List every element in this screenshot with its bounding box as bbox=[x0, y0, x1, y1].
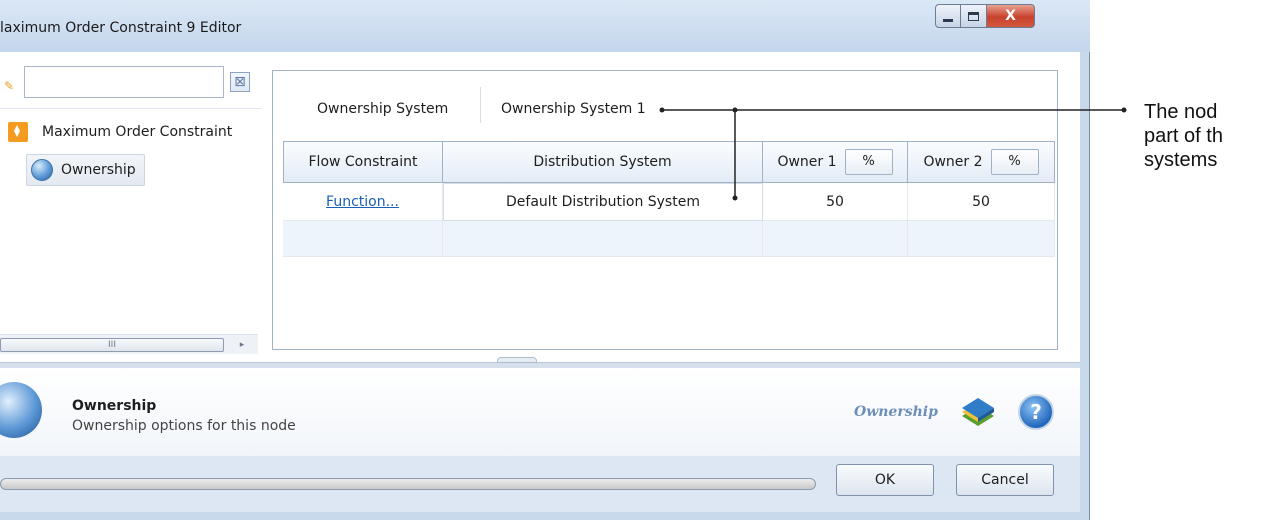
owner-1-label: Owner 1 bbox=[777, 154, 837, 170]
label-divider bbox=[480, 87, 481, 123]
tree-item-maximum-order-constraint[interactable]: Maximum Order Constraint bbox=[8, 122, 232, 142]
tree-item-label: Ownership bbox=[61, 162, 136, 178]
ownership-system-label: Ownership System bbox=[317, 101, 449, 117]
order-constraint-icon bbox=[8, 122, 28, 142]
column-header-flow-constraint[interactable]: Flow Constraint bbox=[283, 141, 443, 183]
help-icon[interactable]: ? bbox=[1018, 394, 1054, 430]
info-caption: Ownership bbox=[854, 404, 938, 420]
book-icon[interactable] bbox=[958, 394, 998, 434]
function-link[interactable]: Function... bbox=[326, 194, 399, 210]
flow-constraint-cell[interactable]: Function... bbox=[283, 183, 443, 221]
owner-2-label: Owner 2 bbox=[923, 154, 983, 170]
globe-icon bbox=[0, 382, 42, 438]
column-header-owner-2[interactable]: Owner 2 % bbox=[908, 141, 1055, 183]
owner-2-percent-button[interactable]: % bbox=[990, 149, 1039, 175]
dialog-client-area: ✎ ⊠ Maximum Order Constraint Ownership I… bbox=[0, 52, 1080, 512]
close-button[interactable]: X bbox=[987, 4, 1035, 28]
new-row-cell[interactable] bbox=[283, 221, 443, 257]
distribution-system-cell[interactable]: Default Distribution System bbox=[443, 183, 763, 221]
new-row-cell[interactable] bbox=[908, 221, 1055, 257]
minimize-icon bbox=[943, 18, 953, 22]
owner-1-cell[interactable]: 50 bbox=[763, 183, 908, 221]
ownership-grid: Flow Constraint Distribution System Owne… bbox=[283, 141, 1055, 265]
callout-line: part of th bbox=[1144, 125, 1223, 147]
new-row-cell[interactable] bbox=[443, 221, 763, 257]
horizontal-scrollbar[interactable]: III ▸ bbox=[0, 334, 258, 354]
progress-bar bbox=[0, 478, 816, 490]
button-bar: OK Cancel bbox=[0, 456, 1080, 512]
info-title: Ownership bbox=[72, 398, 157, 414]
maximize-icon bbox=[968, 11, 979, 21]
column-header-owner-1[interactable]: Owner 1 % bbox=[763, 141, 908, 183]
maximize-button[interactable] bbox=[961, 4, 987, 28]
navigation-pane: ✎ ⊠ Maximum Order Constraint Ownership I… bbox=[0, 52, 262, 362]
callout-line: The nod bbox=[1144, 101, 1218, 123]
ownership-system-value[interactable]: Ownership System 1 bbox=[501, 101, 646, 117]
info-panel: Ownership Ownership options for this nod… bbox=[0, 368, 1080, 456]
title-bar[interactable]: laximum Order Constraint 9 Editor X bbox=[0, 0, 1090, 52]
search-icon: ✎ bbox=[4, 79, 15, 93]
minimize-button[interactable] bbox=[935, 4, 961, 28]
tree-divider bbox=[0, 108, 262, 109]
ownership-panel: Ownership System Ownership System 1 Flow… bbox=[272, 70, 1058, 350]
info-description: Ownership options for this node bbox=[72, 418, 296, 434]
tree-item-ownership[interactable]: Ownership bbox=[26, 154, 145, 186]
ok-button[interactable]: OK bbox=[836, 464, 934, 496]
callout-line: systems bbox=[1144, 149, 1218, 171]
scroll-right-arrow-icon[interactable]: ▸ bbox=[230, 338, 254, 352]
clear-search-button[interactable]: ⊠ bbox=[230, 72, 250, 92]
owner-2-cell[interactable]: 50 bbox=[908, 183, 1055, 221]
splitter-grip[interactable] bbox=[497, 357, 537, 363]
window-title: laximum Order Constraint 9 Editor bbox=[0, 20, 242, 36]
window-controls: X bbox=[935, 4, 1035, 28]
globe-icon bbox=[31, 159, 53, 181]
new-row-cell[interactable] bbox=[763, 221, 908, 257]
column-header-distribution-system[interactable]: Distribution System bbox=[443, 141, 763, 183]
scrollbar-thumb[interactable]: III bbox=[0, 338, 224, 352]
tree-item-label: Maximum Order Constraint bbox=[42, 124, 233, 140]
cancel-button[interactable]: Cancel bbox=[956, 464, 1054, 496]
owner-1-percent-button[interactable]: % bbox=[844, 149, 893, 175]
search-input[interactable] bbox=[24, 66, 224, 98]
callout-annotation: The nod part of th systems bbox=[1144, 100, 1262, 172]
editor-window: laximum Order Constraint 9 Editor X ✎ ⊠ … bbox=[0, 0, 1090, 520]
